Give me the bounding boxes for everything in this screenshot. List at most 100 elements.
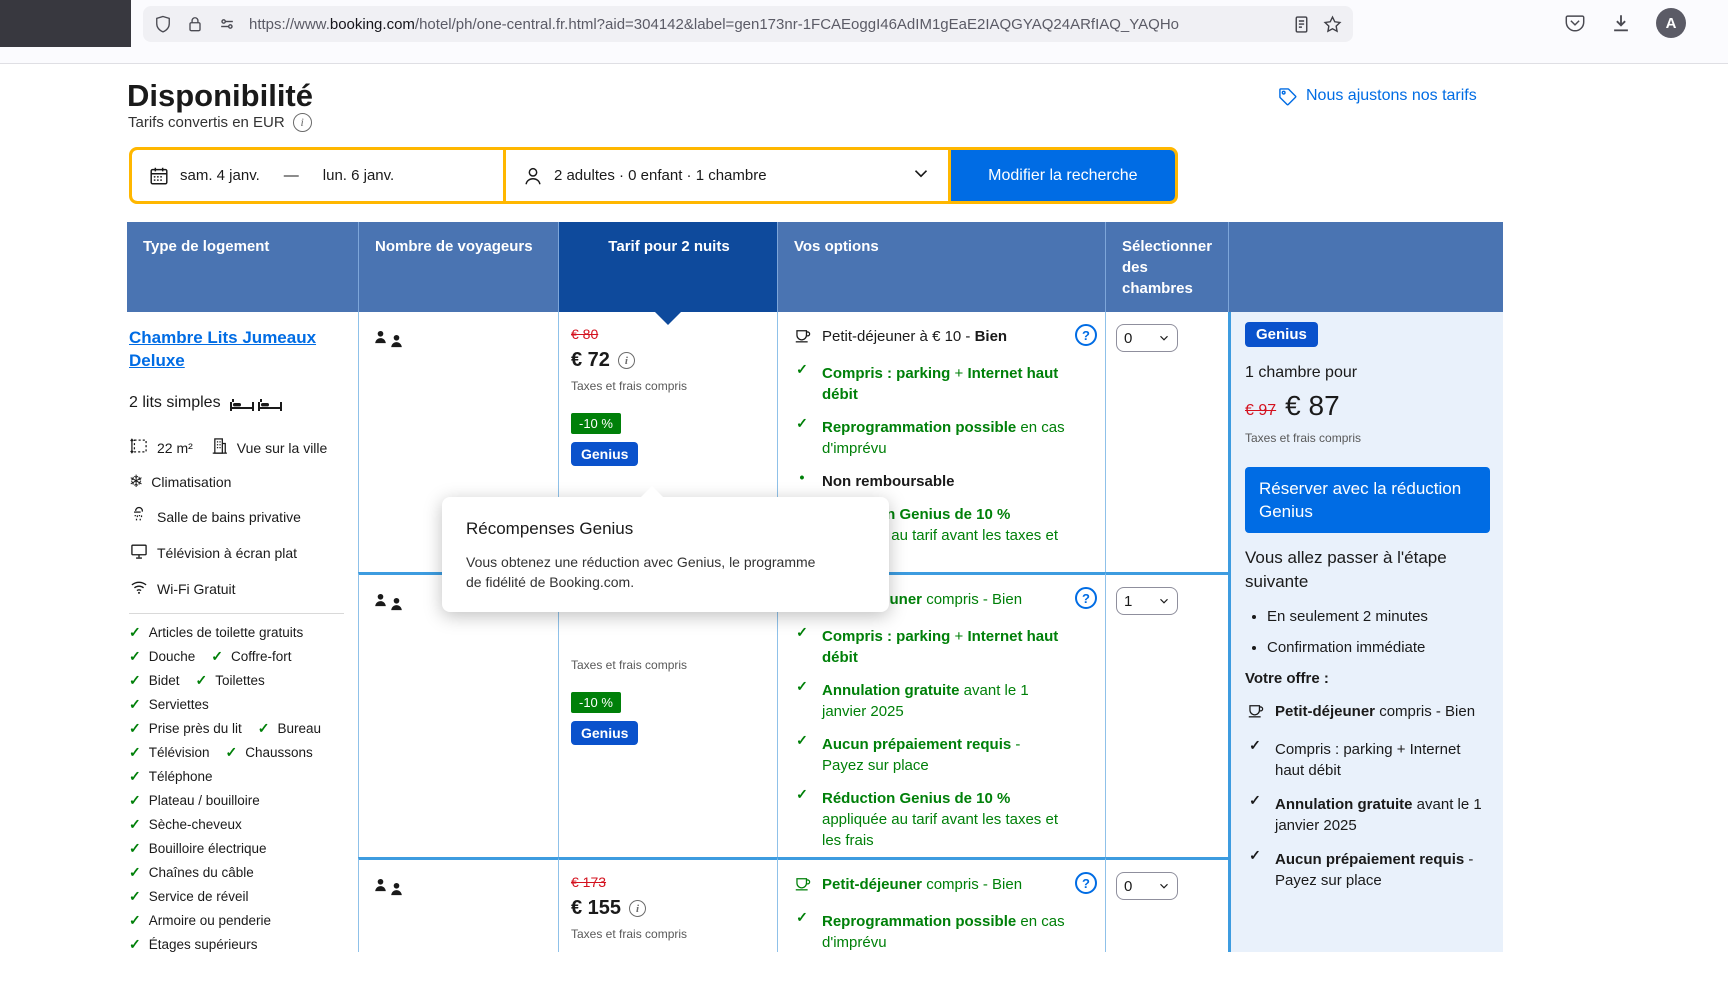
occupancy-summary: 2 adultes · 0 enfant · 1 chambre <box>554 167 767 184</box>
reserve-button[interactable]: Réserver avec la réduction Genius <box>1245 467 1490 533</box>
occupancy-field[interactable]: 2 adultes · 0 enfant · 1 chambre <box>506 150 948 201</box>
price-cell: Taxes et frais compris -10 % Genius <box>558 572 777 857</box>
taxes-note: Taxes et frais compris <box>571 927 767 941</box>
room-name-link[interactable]: Chambre Lits Jumeaux Deluxe <box>129 326 344 372</box>
travelers-cell <box>358 572 558 857</box>
permissions-icon[interactable] <box>217 14 237 34</box>
current-price: € 155 i <box>571 897 767 920</box>
breakfast-cup-icon <box>793 874 812 899</box>
option-text: Compris : parking + Internet haut débit <box>822 626 1065 668</box>
feature-label: Télévision à écran plat <box>157 545 297 561</box>
option-item: Petit-déjeuner compris - Bien <box>1245 701 1487 726</box>
account-avatar[interactable]: A <box>1656 8 1686 38</box>
option-text: Annulation gratuite avant le 1 janvier 2… <box>1275 794 1487 836</box>
browser-toolbar: https://www.booking.com/hotel/ph/one-cen… <box>0 0 1728 64</box>
room-features: 22 m²Vue sur la ville ❄ Climatisation Salle… <box>129 436 344 600</box>
room-type-cell: Chambre Lits Jumeaux Deluxe 2 lits simpl… <box>127 312 358 952</box>
option-item: Petit-déjeuner à € 10 - Bien <box>792 326 1065 351</box>
feature-row: Salle de bains privative <box>129 505 344 528</box>
options-list: Petit-déjeuner compris - Bien✓Reprogramm… <box>792 874 1065 953</box>
adult-icon <box>373 330 388 345</box>
price-info-icon[interactable]: i <box>618 352 635 369</box>
chevron-down-icon <box>1158 880 1170 892</box>
option-text-part: Aucun prépaiement requis <box>822 736 1011 753</box>
help-icon[interactable]: ? <box>1075 324 1097 346</box>
modify-search-button[interactable]: Modifier la recherche <box>951 150 1175 201</box>
breakfast-cup-icon <box>793 326 812 351</box>
rooms-quantity-select[interactable]: 1 <box>1116 587 1178 615</box>
feature-label: Vue sur la ville <box>237 440 328 456</box>
option-text: Petit-déjeuner compris - Bien <box>1275 701 1475 726</box>
breakfast-cup-icon <box>1246 701 1265 726</box>
rooms-quantity-value: 0 <box>1124 878 1132 895</box>
download-icon[interactable] <box>1610 12 1632 34</box>
url-text: https://www.booking.com/hotel/ph/one-cen… <box>249 16 1281 33</box>
option-text-part: compris - Bien <box>1375 703 1475 720</box>
option-text-part: + <box>950 365 967 382</box>
amenity-row: ✓Service de réveil <box>129 890 344 904</box>
amenity-label: Télévision <box>149 746 210 760</box>
check-icon: ✓ <box>129 674 141 687</box>
url-bar[interactable]: https://www.booking.com/hotel/ph/one-cen… <box>143 6 1353 42</box>
amenity-label: Plateau / bouilloire <box>149 794 260 808</box>
amenity-item: ✓Bureau <box>258 722 321 736</box>
option-item: ✓Annulation gratuite avant le 1 janvier … <box>1245 794 1487 836</box>
rooms-quantity-value: 1 <box>1124 593 1132 610</box>
help-icon[interactable]: ? <box>1075 872 1097 894</box>
amenity-label: Coffre-fort <box>231 650 292 664</box>
rooms-quantity-select[interactable]: 0 <box>1116 872 1178 900</box>
travelers-cell <box>358 857 558 952</box>
taxes-note: Taxes et frais compris <box>571 379 767 393</box>
shield-icon[interactable] <box>153 14 173 34</box>
genius-badge: Genius <box>1245 322 1318 347</box>
price-info-icon[interactable]: i <box>629 900 646 917</box>
option-text-part: + <box>950 628 967 645</box>
person-icon <box>522 165 544 187</box>
amenity-label: Chaînes du câble <box>149 866 254 880</box>
url-fade <box>1175 6 1285 42</box>
current-price: € 72 i <box>571 349 767 372</box>
option-item: Petit-déjeuner compris - Bien <box>792 874 1065 899</box>
amenity-label: Douche <box>149 650 196 664</box>
check-icon: ✓ <box>129 938 141 951</box>
rooms-quantity-select[interactable]: 0 <box>1116 324 1178 352</box>
amenity-item: ✓Chaussons <box>226 746 313 760</box>
help-icon[interactable]: ? <box>1075 587 1097 609</box>
amenity-label: Toilettes <box>215 674 265 688</box>
adjust-rates-link[interactable]: Nous ajustons nos tarifs <box>1277 86 1477 106</box>
taxes-note: Taxes et frais compris <box>1245 431 1487 445</box>
air-conditioning-icon: ❄ <box>129 473 143 491</box>
room-amenities: ✓Articles de toilette gratuits ✓ Douche ✓ Co… <box>129 626 344 952</box>
amenity-label: Armoire ou penderie <box>149 914 271 928</box>
price-value: € 72 <box>571 349 610 372</box>
feature-row: 22 m²Vue sur la ville <box>129 436 344 459</box>
feature-row: ❄ Climatisation <box>129 472 344 492</box>
option-icon-wrap <box>1245 701 1265 726</box>
genius-badge: Genius <box>571 721 638 745</box>
bookmark-star-icon[interactable] <box>1322 14 1343 35</box>
option-text: Aucun prépaiement requis - Payez sur pla… <box>1275 849 1487 891</box>
amenity-row: ✓Prise près du lit✓Bureau <box>129 722 344 736</box>
amenity-item: ✓Toilettes <box>196 674 265 688</box>
date-range-field[interactable]: sam. 4 janv. — lun. 6 janv. <box>132 150 503 201</box>
select-rooms-cell: 0 <box>1105 312 1228 572</box>
feature-label: Climatisation <box>151 474 231 490</box>
info-icon[interactable]: i <box>293 113 312 132</box>
pocket-icon[interactable] <box>1564 12 1586 34</box>
reader-mode-icon[interactable] <box>1291 14 1312 35</box>
options-cell: Petit-déjeuner compris - Bien✓Reprogramm… <box>777 857 1105 952</box>
option-item: ✓Reprogrammation possible en cas d'impré… <box>792 417 1065 459</box>
amenity-item: ✓Chaînes du câble <box>129 866 254 880</box>
feature-label: Salle de bains privative <box>157 509 301 525</box>
check-icon: ✓ <box>796 363 808 405</box>
check-icon: ✓ <box>129 890 141 903</box>
amenity-row: ✓Articles de toilette gratuits <box>129 626 344 640</box>
twin-beds-icon <box>229 392 285 414</box>
adult-icon <box>389 597 404 612</box>
feature-label: Wi-Fi Gratuit <box>157 581 236 597</box>
amenity-item: ✓Bouilloire électrique <box>129 842 267 856</box>
checkin-date: sam. 4 janv. <box>180 167 260 184</box>
check-icon: ✓ <box>129 650 141 663</box>
check-icon: ✓ <box>211 650 223 663</box>
lock-icon[interactable] <box>185 14 205 34</box>
